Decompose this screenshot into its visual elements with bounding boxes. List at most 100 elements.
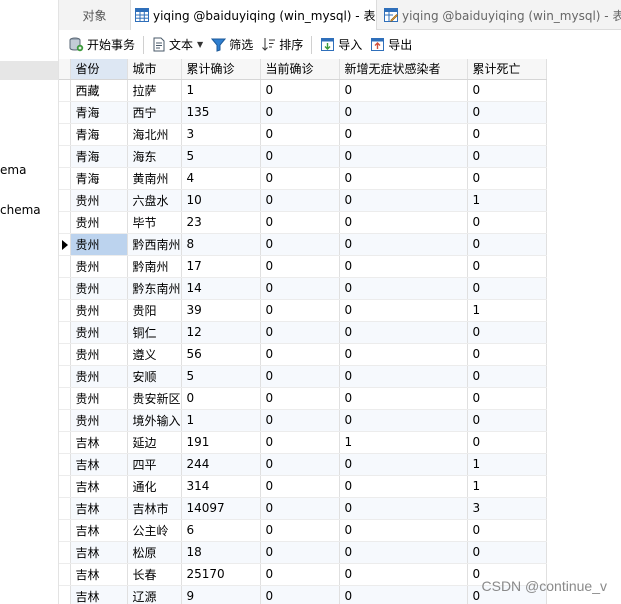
row-header[interactable] [59, 519, 71, 542]
cell-province[interactable]: 青海 [70, 145, 128, 168]
cell-city[interactable]: 黔南州 [127, 255, 182, 278]
column-header-province[interactable]: 省份 [70, 59, 128, 80]
cell-new-asymptomatic[interactable]: 0 [339, 365, 468, 388]
cell-total-confirmed[interactable]: 18 [181, 541, 261, 564]
cell-province[interactable]: 吉林 [70, 563, 128, 586]
table-row[interactable]: 吉林 通化 314 0 0 1 [59, 475, 547, 498]
cell-total-confirmed[interactable]: 56 [181, 343, 261, 366]
cell-total-confirmed[interactable]: 14097 [181, 497, 261, 520]
cell-province[interactable]: 贵州 [70, 277, 128, 300]
cell-province[interactable]: 西藏 [70, 79, 128, 102]
cell-city[interactable]: 贵安新区 [127, 387, 182, 410]
cell-current-confirmed[interactable]: 0 [260, 387, 340, 410]
row-header[interactable] [59, 255, 71, 278]
cell-province[interactable]: 贵州 [70, 189, 128, 212]
cell-total-confirmed[interactable]: 8 [181, 233, 261, 256]
cell-new-asymptomatic[interactable]: 0 [339, 519, 468, 542]
table-row[interactable]: 吉林 延边 191 0 1 0 [59, 431, 547, 454]
cell-new-asymptomatic[interactable]: 1 [339, 431, 468, 454]
row-header[interactable] [59, 123, 71, 146]
cell-new-asymptomatic[interactable]: 0 [339, 541, 468, 564]
cell-province[interactable]: 吉林 [70, 497, 128, 520]
cell-current-confirmed[interactable]: 0 [260, 431, 340, 454]
cell-city[interactable]: 黄南州 [127, 167, 182, 190]
cell-new-asymptomatic[interactable]: 0 [339, 585, 468, 604]
cell-total-confirmed[interactable]: 5 [181, 145, 261, 168]
cell-city[interactable]: 延边 [127, 431, 182, 454]
cell-total-confirmed[interactable]: 314 [181, 475, 261, 498]
cell-total-confirmed[interactable]: 0 [181, 387, 261, 410]
sidebar-schema-item-1[interactable]: ema [0, 163, 26, 177]
cell-total-deaths[interactable]: 1 [467, 475, 547, 498]
tab-yiqing-table[interactable]: yiqing @baiduyiqing (win_mysql) - 表 [131, 0, 377, 30]
row-header[interactable] [59, 211, 71, 234]
tab-yiqing-design[interactable]: yiqing @baiduyiqing (win_mysql) - 表 [378, 0, 621, 30]
cell-new-asymptomatic[interactable]: 0 [339, 321, 468, 344]
cell-city[interactable]: 四平 [127, 453, 182, 476]
data-grid[interactable]: 省份 城市 累计确诊 当前确诊 新增无症状感染者 累计死亡 西藏 拉萨 1 0 0 0 青海… [59, 59, 621, 604]
row-header[interactable] [59, 409, 71, 432]
table-row[interactable]: 贵州 安顺 5 0 0 0 [59, 365, 547, 388]
cell-new-asymptomatic[interactable]: 0 [339, 123, 468, 146]
cell-new-asymptomatic[interactable]: 0 [339, 453, 468, 476]
cell-current-confirmed[interactable]: 0 [260, 101, 340, 124]
cell-province[interactable]: 贵州 [70, 233, 128, 256]
cell-total-deaths[interactable]: 0 [467, 79, 547, 102]
cell-province[interactable]: 吉林 [70, 585, 128, 604]
table-row[interactable]: 青海 西宁 135 0 0 0 [59, 101, 547, 124]
cell-current-confirmed[interactable]: 0 [260, 343, 340, 366]
cell-new-asymptomatic[interactable]: 0 [339, 79, 468, 102]
cell-total-deaths[interactable]: 0 [467, 431, 547, 454]
row-header[interactable] [59, 277, 71, 300]
cell-current-confirmed[interactable]: 0 [260, 233, 340, 256]
table-row[interactable]: 贵州 贵安新区 0 0 0 0 [59, 387, 547, 410]
cell-current-confirmed[interactable]: 0 [260, 167, 340, 190]
row-header[interactable] [59, 541, 71, 564]
cell-total-deaths[interactable]: 0 [467, 255, 547, 278]
cell-new-asymptomatic[interactable]: 0 [339, 563, 468, 586]
cell-new-asymptomatic[interactable]: 0 [339, 145, 468, 168]
cell-total-deaths[interactable]: 0 [467, 145, 547, 168]
table-row[interactable]: 贵州 黔南州 17 0 0 0 [59, 255, 547, 278]
cell-city[interactable]: 拉萨 [127, 79, 182, 102]
cell-total-deaths[interactable]: 0 [467, 211, 547, 234]
cell-current-confirmed[interactable]: 0 [260, 189, 340, 212]
begin-transaction-button[interactable]: 开始事务 [65, 34, 139, 56]
cell-current-confirmed[interactable]: 0 [260, 299, 340, 322]
cell-total-deaths[interactable]: 0 [467, 387, 547, 410]
cell-city[interactable]: 海东 [127, 145, 182, 168]
cell-total-deaths[interactable]: 0 [467, 277, 547, 300]
cell-current-confirmed[interactable]: 0 [260, 409, 340, 432]
cell-total-deaths[interactable]: 0 [467, 541, 547, 564]
table-row[interactable]: 贵州 遵义 56 0 0 0 [59, 343, 547, 366]
cell-current-confirmed[interactable]: 0 [260, 365, 340, 388]
cell-city[interactable]: 松原 [127, 541, 182, 564]
column-header-total-deaths[interactable]: 累计死亡 [467, 59, 547, 80]
cell-total-confirmed[interactable]: 17 [181, 255, 261, 278]
cell-total-deaths[interactable]: 0 [467, 167, 547, 190]
cell-new-asymptomatic[interactable]: 0 [339, 211, 468, 234]
cell-province[interactable]: 吉林 [70, 519, 128, 542]
table-row[interactable]: 吉林 长春 25170 0 0 0 [59, 563, 547, 586]
cell-total-deaths[interactable]: 1 [467, 453, 547, 476]
cell-current-confirmed[interactable]: 0 [260, 497, 340, 520]
cell-current-confirmed[interactable]: 0 [260, 145, 340, 168]
import-button[interactable]: 导入 [316, 34, 366, 56]
export-button[interactable]: 导出 [366, 34, 416, 56]
cell-city[interactable]: 黔东南州 [127, 277, 182, 300]
cell-total-confirmed[interactable]: 6 [181, 519, 261, 542]
cell-new-asymptomatic[interactable]: 0 [339, 343, 468, 366]
cell-current-confirmed[interactable]: 0 [260, 563, 340, 586]
cell-current-confirmed[interactable]: 0 [260, 123, 340, 146]
cell-total-confirmed[interactable]: 191 [181, 431, 261, 454]
cell-total-confirmed[interactable]: 12 [181, 321, 261, 344]
table-row[interactable]: 吉林 吉林市 14097 0 0 3 [59, 497, 547, 520]
row-header[interactable] [59, 563, 71, 586]
chevron-down-icon[interactable]: ▼ [197, 40, 203, 49]
cell-city[interactable]: 境外输入 [127, 409, 182, 432]
cell-province[interactable]: 青海 [70, 101, 128, 124]
cell-city[interactable]: 海北州 [127, 123, 182, 146]
cell-total-confirmed[interactable]: 135 [181, 101, 261, 124]
cell-city[interactable]: 通化 [127, 475, 182, 498]
cell-province[interactable]: 吉林 [70, 475, 128, 498]
